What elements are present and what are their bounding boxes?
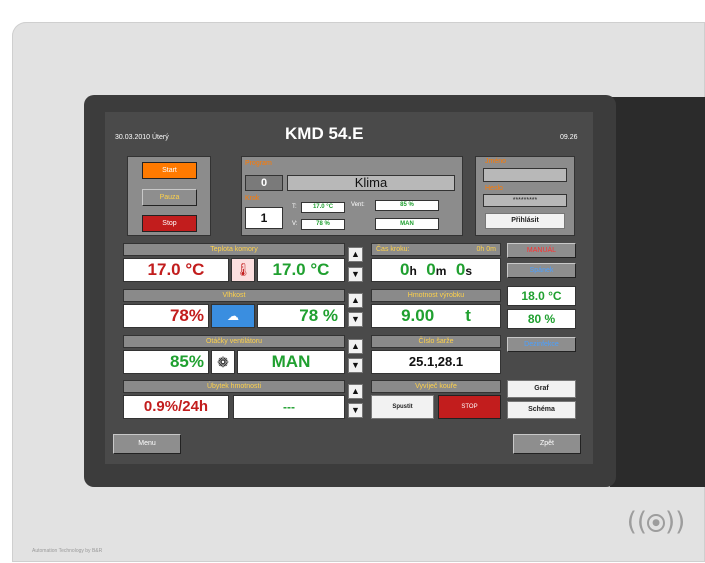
program-name: Klima <box>287 175 455 191</box>
machine-title: KMD 54.E <box>285 124 364 143</box>
graph-button[interactable]: Graf <box>507 380 576 398</box>
temp-header: Teplota komory <box>123 243 345 256</box>
right-humidity-value: 80 % <box>507 309 576 329</box>
temp-value: 17.0 °C <box>123 258 229 282</box>
scroll-down-arrow-icon[interactable]: ▼ <box>348 403 363 418</box>
step-time-label: Čas kroku: <box>376 246 410 253</box>
humidity-header: Vlhkost <box>123 289 345 302</box>
password-field[interactable]: ********* <box>483 194 567 207</box>
t-value: 17.0 °C <box>301 202 345 213</box>
product-weight-value: 9.00 t <box>371 304 501 328</box>
step-time-small: 0h 0m <box>476 246 496 253</box>
scroll-up-arrow-icon[interactable]: ▲ <box>348 384 363 399</box>
weight-unit: t <box>465 306 471 325</box>
hmi-screen: 30.03.2010 Úterý KMD 54.E 09.26 Start Pa… <box>105 112 593 464</box>
stop-button[interactable]: Stop <box>142 215 197 232</box>
scheme-button[interactable]: Schéma <box>507 401 576 419</box>
time-display: 09.26 <box>560 134 578 141</box>
nfc-reader-icon: ((●)) <box>626 507 686 537</box>
seconds-value: 0 <box>455 260 466 279</box>
batch-value: 25.1,28.1 <box>371 350 501 374</box>
smoke-start-button[interactable]: Spustit <box>371 395 434 419</box>
vent-value: 85 % <box>375 200 439 211</box>
back-button[interactable]: Zpět <box>513 434 581 454</box>
thermometer-icon: 🌡 <box>231 258 255 282</box>
smoke-header: Vyvíječ kouře <box>371 380 501 393</box>
minutes-value: 0 <box>426 260 436 279</box>
scroll-up-arrow-icon[interactable]: ▲ <box>348 293 363 308</box>
scroll-up-arrow-icon[interactable]: ▲ <box>348 247 363 262</box>
weight-loss-header: Úbytek hmotnosti <box>123 380 345 393</box>
batch-header: Číslo šarže <box>371 335 501 348</box>
sleep-button[interactable]: Spánek <box>507 263 576 278</box>
scroll-down-arrow-icon[interactable]: ▼ <box>348 267 363 282</box>
hours-unit: h <box>409 264 417 278</box>
password-label: Heslo <box>485 185 503 192</box>
fan-header: Otáčky ventilátoru <box>123 335 345 348</box>
step-number: 1 <box>245 207 283 229</box>
program-number: 0 <box>245 175 283 191</box>
weight-loss-value: 0.9%/24h <box>123 395 229 419</box>
date-display: 30.03.2010 Úterý <box>115 134 169 141</box>
right-temp-value: 18.0 °C <box>507 286 576 306</box>
program-label: Program <box>245 160 272 167</box>
brand-text: Automation Technology by B&R <box>32 548 103 554</box>
start-button[interactable]: Start <box>142 162 197 179</box>
scroll-up-arrow-icon[interactable]: ▲ <box>348 339 363 354</box>
fan-value: 85% <box>123 350 209 374</box>
humidity-setpoint: 78 % <box>257 304 345 328</box>
step-time-value: 0h 0m 0s <box>371 258 501 282</box>
vent-label: Vent: <box>351 202 365 208</box>
fan-icon: ❁ <box>211 350 235 374</box>
scroll-down-arrow-icon[interactable]: ▼ <box>348 358 363 373</box>
v-value: 78 % <box>301 219 345 230</box>
login-button[interactable]: Přihlásit <box>485 213 565 229</box>
step-label: Krok <box>245 195 260 202</box>
disinfection-button[interactable]: Dezinfekce <box>507 337 576 352</box>
cloud-icon: ☁ <box>211 304 255 328</box>
pause-button[interactable]: Pauza <box>142 189 197 206</box>
device-side-strip <box>610 97 705 487</box>
weight-number: 9.00 <box>401 306 435 325</box>
product-weight-header: Hmotnost výrobku <box>371 289 501 302</box>
vent-mode: MAN <box>375 218 439 230</box>
v-label: V: <box>292 221 298 227</box>
seconds-unit: s <box>465 264 472 278</box>
weight-loss-setpoint: --- <box>233 395 345 419</box>
humidity-value: 78% <box>123 304 209 328</box>
minutes-unit: m <box>435 264 447 278</box>
manual-button[interactable]: MANUÁL <box>507 243 576 258</box>
menu-button[interactable]: Menu <box>113 434 181 454</box>
scroll-down-arrow-icon[interactable]: ▼ <box>348 312 363 327</box>
fan-mode: MAN <box>237 350 345 374</box>
smoke-stop-button[interactable]: STOP <box>438 395 501 419</box>
temp-setpoint: 17.0 °C <box>257 258 345 282</box>
t-label: T: <box>292 204 297 210</box>
name-label: Jméno <box>485 158 507 165</box>
step-time-header: Čas kroku: 0h 0m <box>371 243 501 256</box>
name-field[interactable] <box>483 168 567 182</box>
